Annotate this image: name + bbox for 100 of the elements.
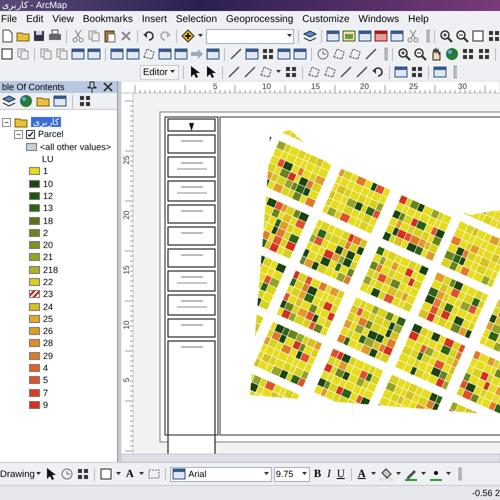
font-size-dropdown[interactable]: 9.75 [274,466,310,482]
square-icon[interactable] [471,29,485,43]
menu-item[interactable]: File [1,14,18,24]
window-icon[interactable] [126,47,140,61]
legend-label: 1 [43,166,48,176]
square-icon[interactable] [0,47,14,61]
globe-icon[interactable] [19,94,33,108]
menu-item[interactable]: Bookmarks [82,14,133,24]
zoom-out-icon[interactable] [455,29,469,43]
collapse-icon[interactable] [14,130,23,139]
line-icon[interactable] [242,65,257,79]
window-icon[interactable] [158,47,172,61]
line-icon[interactable] [229,47,243,61]
grid-icon[interactable] [461,47,475,61]
polygon-icon[interactable] [306,65,321,79]
zoom-in-icon[interactable] [439,29,453,43]
legend-label: 9 [43,400,48,410]
pin-icon[interactable] [85,80,99,94]
legend-label: 21 [43,252,54,262]
window-icon[interactable] [326,29,340,43]
polygon-icon[interactable] [322,65,337,79]
polygon-icon[interactable] [348,47,362,61]
zoom-in-icon[interactable] [397,47,411,61]
legend-label: 25 [43,314,54,324]
drawing-menu-button[interactable]: Drawing [0,467,42,481]
window-icon[interactable] [432,65,447,79]
italic-button[interactable]: I [325,467,333,481]
line-icon[interactable] [354,65,369,79]
polygon-icon[interactable] [332,47,346,61]
window-icon[interactable] [374,29,388,43]
printer-icon[interactable] [48,29,62,43]
window-icon[interactable] [174,47,188,61]
add-data-icon[interactable] [181,29,195,43]
pen-icon[interactable] [404,467,418,481]
undo-icon[interactable] [370,65,385,79]
menu-item[interactable]: Geoprocessing [226,14,294,24]
panel-title: ble Of Contents [2,82,65,92]
globe-icon[interactable] [445,47,459,61]
undo-icon[interactable] [142,29,156,43]
paste-icon[interactable] [103,29,117,43]
window-icon[interactable] [110,47,124,61]
window-icon[interactable] [87,47,101,61]
menu-item[interactable]: Selection [176,14,218,24]
window-icon[interactable] [342,29,356,43]
menu-item[interactable]: Insert [142,14,167,24]
fill-bucket-icon[interactable] [378,467,393,481]
square-icon[interactable] [98,467,113,481]
window-icon[interactable] [394,65,408,79]
layers-icon[interactable] [303,29,317,43]
line-icon[interactable] [338,65,353,79]
close-icon[interactable] [101,80,115,94]
layers-icon[interactable] [2,94,16,108]
polygon-icon[interactable] [258,65,273,79]
save-icon[interactable] [32,29,46,43]
document-icon[interactable] [0,29,14,43]
polygon-icon[interactable] [142,47,156,61]
window-icon[interactable] [206,47,220,61]
menu-item[interactable]: Help [408,14,429,24]
font-color-button[interactable]: A [356,467,368,481]
grid-icon[interactable] [284,65,298,79]
grid-icon[interactable] [76,467,90,481]
layer-name[interactable]: Parcel [38,129,64,140]
font-dropdown[interactable]: Arial [170,466,272,482]
window-icon[interactable] [277,47,291,61]
legend-label: 18 [43,216,54,226]
ruler-label: 10 [262,82,271,91]
line-icon[interactable] [364,47,378,61]
menu-item[interactable]: Windows [358,14,400,24]
window-icon[interactable] [245,47,259,61]
menu-item[interactable]: Customize [302,14,350,24]
line-icon[interactable] [226,65,241,79]
legend-label: 24 [43,302,54,312]
window-icon[interactable] [53,94,67,108]
scissors-icon[interactable] [71,29,85,43]
legend-label: 2 [43,228,48,238]
window-icon[interactable] [390,29,404,43]
ruler-label: 5 [122,378,131,382]
editor-menu-button[interactable]: Editor [140,64,179,80]
window-icon[interactable] [71,47,85,61]
ruler-label: 15 [311,82,320,91]
underline-button[interactable]: U [334,467,347,481]
collapse-icon[interactable] [2,118,11,127]
grid-icon[interactable] [78,94,92,108]
group-layer-name[interactable]: کاربری [31,117,61,128]
menu-item[interactable]: Edit [26,14,44,24]
grid-icon[interactable] [487,29,500,43]
text-tool-button[interactable]: A [124,467,136,481]
frame-icon[interactable] [146,467,161,481]
coordinates-readout: -0.56 2 [472,488,500,498]
window-icon[interactable] [293,47,307,61]
menu-item[interactable]: View [52,14,74,24]
grid-icon[interactable] [261,47,275,61]
zoom-out-icon[interactable] [413,47,427,61]
checkbox[interactable] [26,130,35,139]
grid-icon[interactable] [477,47,491,61]
grid-icon[interactable] [410,65,424,79]
legend-panel [167,294,216,316]
window-icon[interactable] [358,29,372,43]
ruler-label: 5 [213,82,218,91]
bold-button[interactable]: B [312,467,324,481]
